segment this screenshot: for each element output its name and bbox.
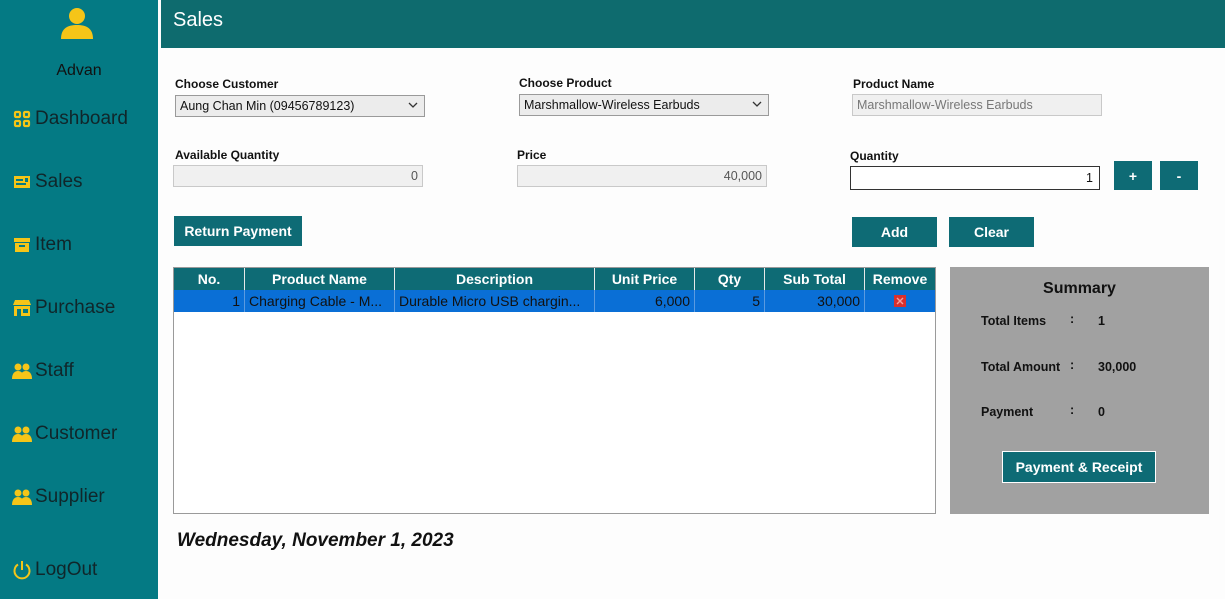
sidebar-item-sales[interactable]: Sales	[12, 169, 83, 195]
decrement-button[interactable]: -	[1160, 161, 1198, 190]
sidebar-item-supplier[interactable]: Supplier	[12, 484, 105, 510]
remove-icon[interactable]	[894, 295, 906, 307]
payment-value: 0	[1098, 405, 1105, 419]
customer-icon	[12, 424, 32, 444]
cell-product-name: Charging Cable - M...	[245, 290, 395, 312]
column-header-remove[interactable]: Remove	[865, 268, 935, 290]
sidebar-item-label: Staff	[35, 360, 74, 381]
chevron-down-icon	[752, 101, 762, 107]
sidebar-item-item[interactable]: Item	[12, 232, 72, 258]
item-icon	[12, 235, 32, 255]
total-amount-label: Total Amount	[981, 360, 1061, 374]
cell-no: 1	[174, 290, 245, 312]
column-header-unit-price[interactable]: Unit Price	[595, 268, 695, 290]
sidebar-item-customer[interactable]: Customer	[12, 421, 117, 447]
cell-qty: 5	[695, 290, 765, 312]
sidebar-item-label: Customer	[35, 423, 118, 444]
chevron-down-icon	[408, 102, 418, 108]
payment-receipt-button[interactable]: Payment & Receipt	[1002, 451, 1156, 483]
customer-select-value: Aung Chan Min (09456789123)	[180, 99, 355, 113]
payment-label: Payment	[981, 405, 1034, 419]
total-amount-value: 30,000	[1098, 360, 1137, 374]
total-items-label: Total Items	[981, 314, 1047, 328]
product-label: Choose Product	[519, 76, 612, 90]
total-items-value: 1	[1098, 314, 1105, 328]
cell-remove	[865, 290, 935, 312]
sidebar-item-label: Sales	[35, 171, 83, 192]
increment-button[interactable]: +	[1114, 161, 1152, 190]
current-date: Wednesday, November 1, 2023	[177, 530, 454, 551]
column-header-no[interactable]: No.	[174, 268, 245, 290]
customer-select[interactable]: Aung Chan Min (09456789123)	[175, 95, 425, 117]
sidebar-item-label: Dashboard	[35, 108, 128, 129]
product-name-label: Product Name	[853, 77, 935, 91]
sidebar-item-dashboard[interactable]: Dashboard	[12, 106, 128, 132]
supplier-icon	[12, 487, 32, 507]
staff-icon	[12, 361, 32, 381]
sidebar-item-label: Purchase	[35, 297, 116, 318]
price-field: 40,000	[517, 165, 767, 187]
available-quantity-field: 0	[173, 165, 423, 187]
column-header-product-name[interactable]: Product Name	[245, 268, 395, 290]
add-button[interactable]: Add	[852, 217, 937, 247]
colon-separator: :	[1070, 403, 1075, 417]
product-select-value: Marshmallow-Wireless Earbuds	[524, 98, 700, 112]
cell-description: Durable Micro USB chargin...	[395, 290, 595, 312]
user-name: Advan	[56, 62, 102, 79]
cell-unit-price: 6,000	[595, 290, 695, 312]
sidebar-item-logout[interactable]: LogOut	[12, 557, 97, 583]
page-title: Sales	[173, 9, 224, 31]
customer-label: Choose Customer	[175, 77, 279, 91]
clear-button[interactable]: Clear	[949, 217, 1034, 247]
dashboard-icon	[12, 109, 32, 129]
table-row[interactable]: 1 Charging Cable - M... Durable Micro US…	[174, 290, 935, 312]
column-header-sub-total[interactable]: Sub Total	[765, 268, 865, 290]
sales-table[interactable]: No. Product Name Description Unit Price …	[173, 267, 936, 514]
available-quantity-label: Available Quantity	[175, 148, 280, 162]
user-avatar-icon	[61, 8, 93, 39]
quantity-label: Quantity	[850, 149, 899, 163]
column-header-qty[interactable]: Qty	[695, 268, 765, 290]
header-bar: Sales	[161, 0, 1225, 48]
product-name-field: Marshmallow-Wireless Earbuds	[852, 94, 1102, 116]
colon-separator: :	[1070, 358, 1075, 372]
product-select[interactable]: Marshmallow-Wireless Earbuds	[519, 94, 769, 116]
power-icon	[12, 560, 32, 580]
sidebar-item-staff[interactable]: Staff	[12, 358, 74, 384]
quantity-input[interactable]: 1	[850, 166, 1100, 190]
sidebar-item-purchase[interactable]: Purchase	[12, 295, 115, 321]
cell-sub-total: 30,000	[765, 290, 865, 312]
summary-panel: Summary Total Items : 1 Total Amount : 3…	[950, 267, 1209, 514]
sidebar: Advan Dashboard Sales Item Purchase Staf…	[0, 0, 158, 599]
sidebar-item-label: Item	[35, 234, 72, 255]
return-payment-button[interactable]: Return Payment	[174, 216, 302, 246]
summary-title: Summary	[1043, 280, 1116, 297]
price-label: Price	[517, 148, 547, 162]
sidebar-item-label: LogOut	[35, 559, 98, 580]
sidebar-item-label: Supplier	[35, 486, 105, 507]
column-header-description[interactable]: Description	[395, 268, 595, 290]
table-header: No. Product Name Description Unit Price …	[174, 268, 935, 290]
colon-separator: :	[1070, 312, 1075, 326]
purchase-icon	[12, 298, 32, 318]
sales-icon	[12, 172, 32, 192]
